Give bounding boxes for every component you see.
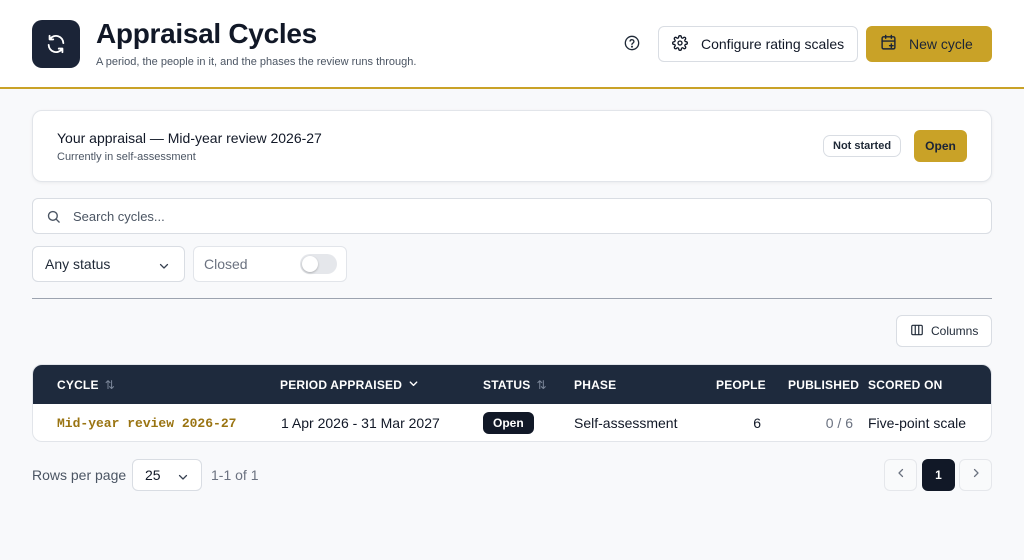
columns-label: Columns bbox=[931, 324, 979, 338]
column-header-cycle-label: CYCLE bbox=[57, 377, 99, 392]
chevron-left-icon bbox=[895, 466, 907, 484]
help-circle-icon bbox=[624, 35, 640, 56]
help-button[interactable] bbox=[620, 33, 644, 57]
column-header-phase-label: PHASE bbox=[574, 377, 617, 392]
status-badge: Open bbox=[483, 412, 534, 434]
closed-filter-toggle[interactable]: Closed bbox=[193, 246, 347, 282]
calendar-plus-icon bbox=[880, 34, 897, 54]
new-cycle-label: New cycle bbox=[909, 36, 973, 52]
page-button-current[interactable]: 1 bbox=[922, 459, 955, 491]
status-filter-value: Any status bbox=[45, 256, 111, 272]
scored-on-cell: Five-point scale bbox=[868, 415, 967, 431]
people-cell: 6 bbox=[753, 415, 761, 431]
cycle-link[interactable]: Mid-year review 2026-27 bbox=[57, 416, 236, 431]
columns-icon bbox=[910, 323, 924, 340]
configure-rating-scales-button[interactable]: Configure rating scales bbox=[658, 26, 858, 62]
column-header-scored-on[interactable]: SCORED ON bbox=[868, 365, 942, 404]
column-header-people[interactable]: PEOPLE bbox=[716, 365, 766, 404]
column-header-cycle[interactable]: CYCLE ⇅ bbox=[57, 365, 115, 404]
refresh-cycle-icon bbox=[32, 20, 80, 68]
phase-cell: Self-assessment bbox=[574, 415, 678, 431]
chevron-down-icon bbox=[177, 470, 189, 486]
closed-switch[interactable] bbox=[300, 254, 337, 274]
search-icon bbox=[46, 209, 61, 229]
status-cell: Open bbox=[483, 404, 534, 441]
my-appraisal-card: Your appraisal — Mid-year review 2026-27… bbox=[32, 110, 992, 182]
page-title: Appraisal Cycles bbox=[96, 18, 317, 49]
divider bbox=[32, 298, 992, 299]
rows-per-page-select[interactable]: 25 bbox=[132, 459, 202, 491]
column-header-status[interactable]: STATUS ⇅ bbox=[483, 365, 547, 404]
gear-icon bbox=[672, 34, 688, 54]
appraisal-subtitle: Currently in self-assessment bbox=[57, 151, 196, 163]
column-header-published-label: PUBLISHED bbox=[788, 377, 860, 392]
column-header-phase[interactable]: PHASE bbox=[574, 365, 616, 404]
column-header-period[interactable]: PERIOD APPRAISED bbox=[280, 365, 419, 404]
column-header-period-label: PERIOD APPRAISED bbox=[280, 377, 403, 392]
chevron-down-icon bbox=[158, 259, 170, 275]
rows-per-page-value: 25 bbox=[145, 467, 161, 483]
table-row[interactable]: Mid-year review 2026-27 1 Apr 2026 - 31 … bbox=[33, 404, 991, 441]
cycle-cell: Mid-year review 2026-27 bbox=[57, 404, 236, 441]
rows-per-page-label: Rows per page bbox=[32, 467, 127, 483]
switch-knob bbox=[302, 256, 318, 272]
published-cell: 0 / 6 bbox=[825, 415, 853, 431]
cycles-table: CYCLE ⇅ PERIOD APPRAISED STATUS ⇅ PHASE … bbox=[32, 364, 992, 442]
column-header-status-label: STATUS bbox=[483, 377, 531, 392]
chevron-down-icon bbox=[408, 378, 419, 392]
column-header-published[interactable]: PUBLISHED bbox=[788, 365, 859, 404]
sort-icon: ⇅ bbox=[536, 377, 547, 392]
appraisal-title: Your appraisal — Mid-year review 2026-27 bbox=[57, 130, 322, 146]
period-cell: 1 Apr 2026 - 31 Mar 2027 bbox=[281, 415, 440, 431]
page-header: Appraisal Cycles A period, the people in… bbox=[0, 0, 1024, 89]
chevron-right-icon bbox=[970, 466, 982, 484]
column-header-scored-on-label: SCORED ON bbox=[868, 377, 943, 392]
status-filter-select[interactable]: Any status bbox=[32, 246, 185, 282]
configure-rating-scales-label: Configure rating scales bbox=[701, 36, 845, 52]
closed-filter-label: Closed bbox=[204, 256, 248, 272]
new-cycle-button[interactable]: New cycle bbox=[866, 26, 992, 62]
pagination-range: 1-1 of 1 bbox=[211, 467, 259, 483]
sort-icon: ⇅ bbox=[104, 377, 115, 392]
next-page-button[interactable] bbox=[959, 459, 992, 491]
search-bar bbox=[32, 198, 992, 234]
previous-page-button[interactable] bbox=[884, 459, 917, 491]
table-header: CYCLE ⇅ PERIOD APPRAISED STATUS ⇅ PHASE … bbox=[33, 365, 991, 404]
page-subtitle: A period, the people in it, and the phas… bbox=[96, 56, 417, 68]
open-appraisal-button[interactable]: Open bbox=[914, 130, 967, 162]
status-badge: Not started bbox=[823, 135, 902, 157]
column-header-people-label: PEOPLE bbox=[716, 377, 766, 392]
columns-button[interactable]: Columns bbox=[896, 315, 992, 347]
search-input[interactable] bbox=[73, 199, 973, 233]
